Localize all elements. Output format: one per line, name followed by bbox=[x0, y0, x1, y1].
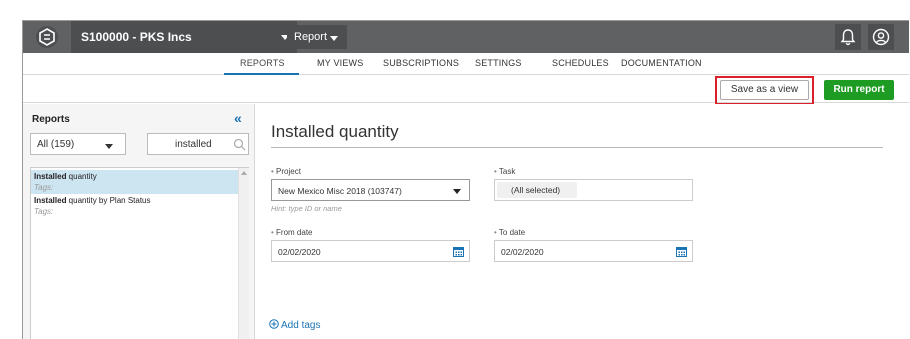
tab-settings[interactable]: SETTINGS bbox=[475, 58, 522, 68]
user-icon bbox=[872, 28, 890, 46]
project-select[interactable]: New Mexico Misc 2018 (103747) bbox=[271, 179, 470, 201]
run-report-button[interactable]: Run report bbox=[824, 80, 894, 100]
list-item[interactable]: Installed quantity by Plan Status Tags: bbox=[31, 194, 238, 218]
active-tab-indicator bbox=[224, 73, 299, 75]
action-bar: Save as a view Run report bbox=[23, 76, 909, 105]
from-date-label: • From date bbox=[271, 228, 313, 237]
user-menu-button[interactable] bbox=[868, 24, 894, 50]
project-hint: Hint: type ID or name bbox=[271, 204, 342, 213]
add-tags-label: Add tags bbox=[281, 320, 321, 331]
company-logo-icon[interactable] bbox=[35, 25, 59, 49]
report-menu-button[interactable]: Report bbox=[287, 25, 347, 49]
report-search-input[interactable]: installed bbox=[147, 133, 249, 155]
from-date-field[interactable]: 02/02/2020 bbox=[271, 240, 470, 262]
divider bbox=[271, 147, 883, 148]
tab-my-views[interactable]: MY VIEWS bbox=[317, 58, 363, 68]
scroll-up-icon[interactable] bbox=[241, 171, 247, 175]
list-item[interactable]: Installed quantity Tags: bbox=[31, 170, 238, 194]
reports-sidebar: Reports « All (159) installed Installed … bbox=[23, 104, 255, 339]
list-item-title: Installed quantity by Plan Status bbox=[34, 196, 151, 205]
tab-schedules[interactable]: SCHEDULES bbox=[552, 58, 609, 68]
add-tags-link[interactable]: Add tags bbox=[269, 319, 320, 331]
project-label: • Project bbox=[271, 167, 301, 176]
to-date-field[interactable]: 02/02/2020 bbox=[494, 240, 693, 262]
to-date-value: 02/02/2020 bbox=[501, 247, 544, 257]
search-input-value: installed bbox=[175, 139, 212, 150]
category-select-value: All (159) bbox=[37, 139, 75, 150]
account-name: S100000 - PKS Incs bbox=[81, 30, 192, 44]
account-selector[interactable]: S100000 - PKS Incs bbox=[71, 21, 297, 53]
chevron-down-icon bbox=[105, 144, 113, 149]
project-value: New Mexico Misc 2018 (103747) bbox=[278, 186, 402, 196]
report-list: Installed quantity Tags: Installed quant… bbox=[30, 167, 249, 339]
task-select[interactable]: (All selected) bbox=[494, 179, 693, 201]
from-date-value: 02/02/2020 bbox=[278, 247, 321, 257]
app-frame: S100000 - PKS Incs Report REPORTS MY VIE… bbox=[22, 20, 909, 339]
page-title: Installed quantity bbox=[271, 122, 399, 141]
add-circle-icon bbox=[269, 319, 279, 329]
list-item-tags: Tags: bbox=[34, 207, 54, 216]
task-selection-chip: (All selected) bbox=[497, 182, 577, 198]
notifications-button[interactable] bbox=[835, 24, 861, 50]
list-scrollbar[interactable] bbox=[238, 168, 249, 339]
chevron-down-icon bbox=[330, 36, 338, 41]
tab-subscriptions[interactable]: SUBSCRIPTIONS bbox=[383, 58, 459, 68]
list-item-tags: Tags: bbox=[34, 183, 54, 192]
task-label: • Task bbox=[494, 167, 516, 176]
save-as-view-button[interactable]: Save as a view bbox=[720, 80, 809, 100]
to-date-label: • To date bbox=[494, 228, 526, 237]
list-item-title: Installed quantity bbox=[34, 172, 97, 181]
report-form: Installed quantity • Project New Mexico … bbox=[256, 104, 909, 339]
calendar-icon[interactable] bbox=[676, 246, 687, 257]
report-category-select[interactable]: All (159) bbox=[30, 133, 126, 155]
chevron-down-icon bbox=[453, 189, 461, 194]
sidebar-title: Reports bbox=[32, 114, 70, 125]
tab-reports[interactable]: REPORTS bbox=[240, 58, 285, 68]
tab-documentation[interactable]: DOCUMENTATION bbox=[621, 58, 702, 68]
main-nav: REPORTS MY VIEWS SUBSCRIPTIONS SETTINGS … bbox=[23, 53, 909, 75]
task-value: (All selected) bbox=[511, 185, 561, 195]
top-bar: S100000 - PKS Incs Report bbox=[23, 21, 909, 53]
report-menu-label: Report bbox=[294, 31, 328, 43]
calendar-icon[interactable] bbox=[453, 246, 464, 257]
collapse-sidebar-icon[interactable]: « bbox=[234, 110, 242, 126]
bell-icon bbox=[840, 29, 856, 46]
search-icon bbox=[233, 138, 246, 151]
